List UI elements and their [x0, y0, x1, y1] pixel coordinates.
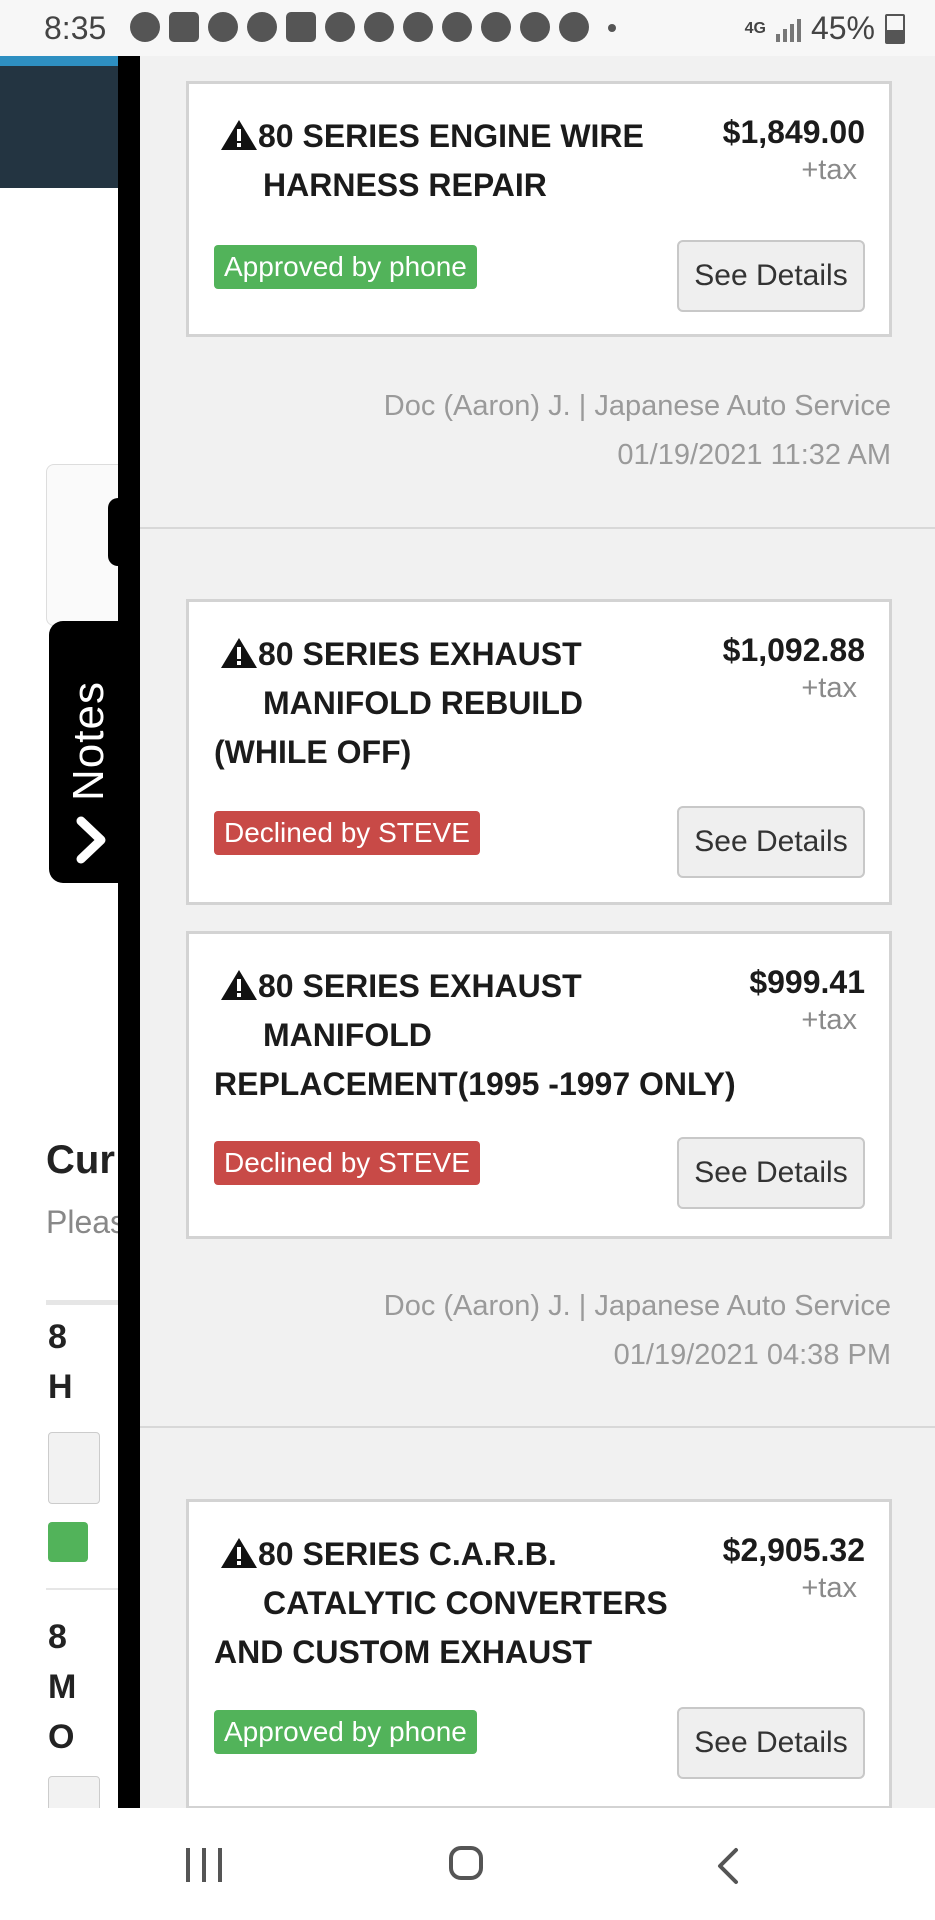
notes-tab-label: Notes: [64, 681, 113, 801]
chrome-icon: [481, 12, 511, 42]
service-title-line3: REPLACEMENT(1995 -1997 ONLY): [214, 1066, 736, 1102]
section-divider: [140, 1426, 935, 1428]
section-divider: [140, 527, 935, 529]
service-card: 80 SERIES ENGINE WIRE HARNESS REPAIR $1,…: [186, 81, 892, 337]
battery-percent: 45%: [810, 10, 875, 46]
chrome-icon: [325, 12, 355, 42]
pinterest-icon: [130, 12, 160, 42]
settings-icon: [247, 12, 277, 42]
disney-icon: [286, 12, 316, 42]
background-heading: Cur: [46, 1138, 115, 1182]
chrome-icon: [559, 12, 589, 42]
background-divider: [46, 1588, 118, 1590]
service-title-line2: CATALYTIC CONVERTERS: [263, 1585, 668, 1621]
service-title-line3: (WHILE OFF): [214, 734, 412, 770]
warning-icon: [221, 638, 257, 668]
status-bar: 8:35 4G 45%: [0, 0, 935, 56]
service-title-line3: AND CUSTOM EXHAUST: [214, 1634, 593, 1670]
background-header: [0, 56, 118, 188]
warning-icon: [221, 970, 257, 1000]
service-price: $1,092.88: [722, 632, 865, 668]
service-tax: +tax: [801, 154, 857, 186]
status-badge: Approved by phone: [214, 1710, 477, 1754]
service-title-line1: 80 SERIES C.A.R.B.: [258, 1536, 557, 1572]
note-timestamp: 01/19/2021 04:38 PM: [613, 1339, 891, 1371]
background-subheading: Pleas: [46, 1204, 118, 1240]
background-button[interactable]: [48, 1432, 100, 1504]
drawer-edge: [118, 56, 140, 1808]
service-title: 80 SERIES EXHAUST MANIFOLD REPLACEMENT(1…: [214, 962, 814, 1109]
home-icon[interactable]: [449, 1846, 483, 1880]
notes-drawer: 80 SERIES ENGINE WIRE HARNESS REPAIR $1,…: [140, 56, 935, 1808]
network-type: 4G: [744, 19, 766, 37]
service-tax: +tax: [801, 672, 857, 704]
back-icon[interactable]: [712, 1846, 746, 1886]
background-button[interactable]: [48, 1776, 100, 1808]
signal-icon: [775, 16, 801, 42]
chrome-icon: [364, 12, 394, 42]
note-timestamp: 01/19/2021 11:32 AM: [617, 439, 891, 471]
account-icon: [208, 12, 238, 42]
service-title: 80 SERIES ENGINE WIRE HARNESS REPAIR: [214, 112, 684, 210]
service-card: 80 SERIES C.A.R.B. CATALYTIC CONVERTERS …: [186, 1499, 892, 1808]
note-author: Doc (Aaron) J. | Japanese Auto Service: [383, 390, 891, 422]
status-badge: Declined by STEVE: [214, 1141, 480, 1185]
see-details-button[interactable]: See Details: [677, 1707, 865, 1779]
recent-apps-icon[interactable]: [186, 1848, 222, 1884]
service-title-line2: MANIFOLD REBUILD: [263, 685, 583, 721]
background-badge: [48, 1522, 88, 1562]
system-nav-bar: [0, 1808, 935, 1920]
sync-icon: [403, 12, 433, 42]
message-icon: [169, 12, 199, 42]
note-author: Doc (Aaron) J. | Japanese Auto Service: [383, 1290, 891, 1322]
status-time: 8:35: [44, 10, 107, 46]
service-title-line2: HARNESS REPAIR: [263, 167, 547, 203]
chrome-icon: [442, 12, 472, 42]
service-title-line1: 80 SERIES EXHAUST: [258, 636, 582, 672]
background-item-line: M: [48, 1668, 77, 1706]
see-details-button[interactable]: See Details: [677, 240, 865, 312]
notification-icons: [130, 12, 616, 42]
service-price: $1,849.00: [722, 114, 865, 150]
background-page: Cur Pleas 8 H 8 M O: [0, 56, 118, 1808]
background-item-line: O: [48, 1718, 75, 1756]
background-item-line: 8: [48, 1618, 67, 1656]
more-notifications-dot: [608, 24, 616, 32]
notes-tab[interactable]: Notes: [49, 621, 125, 883]
see-details-button[interactable]: See Details: [677, 1137, 865, 1209]
service-title: 80 SERIES C.A.R.B. CATALYTIC CONVERTERS …: [214, 1530, 684, 1677]
note-meta: Doc (Aaron) J. | Japanese Auto Service 0…: [384, 382, 891, 480]
chrome-icon: [520, 12, 550, 42]
service-card: 80 SERIES EXHAUST MANIFOLD REPLACEMENT(1…: [186, 931, 892, 1239]
service-price: $2,905.32: [722, 1532, 865, 1568]
service-price: $999.41: [749, 964, 865, 1000]
chevron-right-icon: [76, 816, 106, 864]
warning-icon: [221, 120, 257, 150]
status-badge: Approved by phone: [214, 245, 477, 289]
warning-icon: [221, 1538, 257, 1568]
battery-icon: [885, 13, 905, 44]
status-badge: Declined by STEVE: [214, 811, 480, 855]
background-item-line: H: [48, 1368, 73, 1406]
service-card: 80 SERIES EXHAUST MANIFOLD REBUILD (WHIL…: [186, 599, 892, 905]
note-meta: Doc (Aaron) J. | Japanese Auto Service 0…: [384, 1282, 891, 1380]
status-right: 4G 45%: [745, 10, 905, 47]
service-title-line1: 80 SERIES ENGINE WIRE: [258, 118, 644, 154]
service-title-line1: 80 SERIES EXHAUST: [258, 968, 582, 1004]
background-item-line: 8: [48, 1318, 67, 1356]
service-title: 80 SERIES EXHAUST MANIFOLD REBUILD (WHIL…: [214, 630, 684, 777]
service-title-line2: MANIFOLD: [263, 1017, 432, 1053]
see-details-button[interactable]: See Details: [677, 806, 865, 878]
service-tax: +tax: [801, 1572, 857, 1604]
service-tax: +tax: [801, 1004, 857, 1036]
